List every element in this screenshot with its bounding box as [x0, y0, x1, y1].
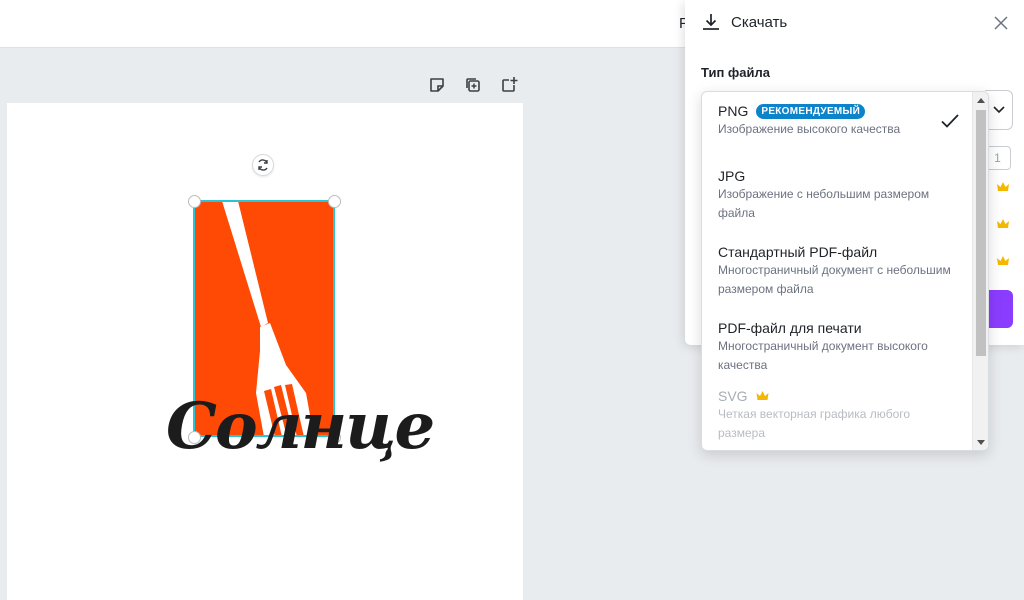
option-name: Стандартный PDF-файл: [718, 244, 878, 260]
scrollbar-thumb[interactable]: [976, 110, 986, 356]
page-toolbar: [426, 74, 520, 96]
filetype-option-pdf-standard[interactable]: Стандартный PDF-файл Многостраничный док…: [702, 244, 974, 320]
option-name-row: JPG: [718, 168, 958, 184]
filetype-label: Тип файла: [701, 65, 770, 80]
scroll-down-icon[interactable]: [976, 437, 986, 447]
option-description: Многостраничный документ высокого качест…: [718, 339, 928, 372]
sticky-note-icon[interactable]: [426, 74, 448, 96]
crown-icon: [997, 219, 1009, 228]
filetype-dropdown: PNG РЕКОМЕНДУЕМЫЙ Изображение высокого к…: [701, 91, 989, 451]
option-name: SVG: [718, 388, 748, 404]
checkmark-icon: [941, 114, 959, 128]
option-name-row: PNG РЕКОМЕНДУЕМЫЙ: [718, 103, 958, 119]
rotate-icon[interactable]: [252, 154, 274, 176]
filetype-select[interactable]: [985, 90, 1013, 130]
panel-header: Скачать: [701, 12, 787, 32]
crown-icon: [997, 256, 1009, 265]
option-name-row: Стандартный PDF-файл: [718, 244, 958, 260]
recommended-badge: РЕКОМЕНДУЕМЫЙ: [756, 103, 866, 119]
option-name: JPG: [718, 168, 746, 184]
logo-text[interactable]: Солнце: [166, 395, 435, 459]
option-name-row: SVG: [718, 388, 958, 404]
resize-handle-top-right[interactable]: [328, 195, 341, 208]
option-description: Изображение с небольшим размером файла: [718, 187, 930, 220]
option-description: Изображение высокого качества: [718, 122, 901, 136]
filetype-list: PNG РЕКОМЕНДУЕМЫЙ Изображение высокого к…: [702, 92, 974, 450]
close-icon[interactable]: [990, 12, 1012, 34]
filetype-option-pdf-print[interactable]: PDF-файл для печати Многостраничный доку…: [702, 320, 974, 388]
download-button[interactable]: [985, 290, 1013, 328]
panel-title: Скачать: [731, 13, 788, 31]
option-description: Четкая векторная графика любого размера: [718, 407, 911, 440]
dropdown-scrollbar[interactable]: [972, 92, 988, 450]
resize-handle-top-left[interactable]: [188, 195, 201, 208]
add-page-icon[interactable]: [498, 74, 520, 96]
chevron-down-icon: [992, 106, 1005, 114]
option-name: PDF-файл для печати: [718, 320, 862, 336]
download-icon: [703, 14, 719, 30]
duplicate-page-icon[interactable]: [462, 74, 484, 96]
crown-icon: [756, 391, 769, 400]
option-name-row: PDF-файл для печати: [718, 320, 958, 336]
crown-icon: [997, 182, 1009, 191]
option-description: Многостраничный документ с небольшим раз…: [718, 263, 951, 296]
filetype-option-png[interactable]: PNG РЕКОМЕНДУЕМЫЙ Изображение высокого к…: [702, 92, 974, 168]
filetype-option-svg[interactable]: SVG Четкая векторная графика любого разм…: [702, 388, 974, 450]
scroll-up-icon[interactable]: [976, 95, 986, 105]
option-name: PNG: [718, 103, 749, 119]
filetype-option-jpg[interactable]: JPG Изображение с небольшим размером фай…: [702, 168, 974, 244]
